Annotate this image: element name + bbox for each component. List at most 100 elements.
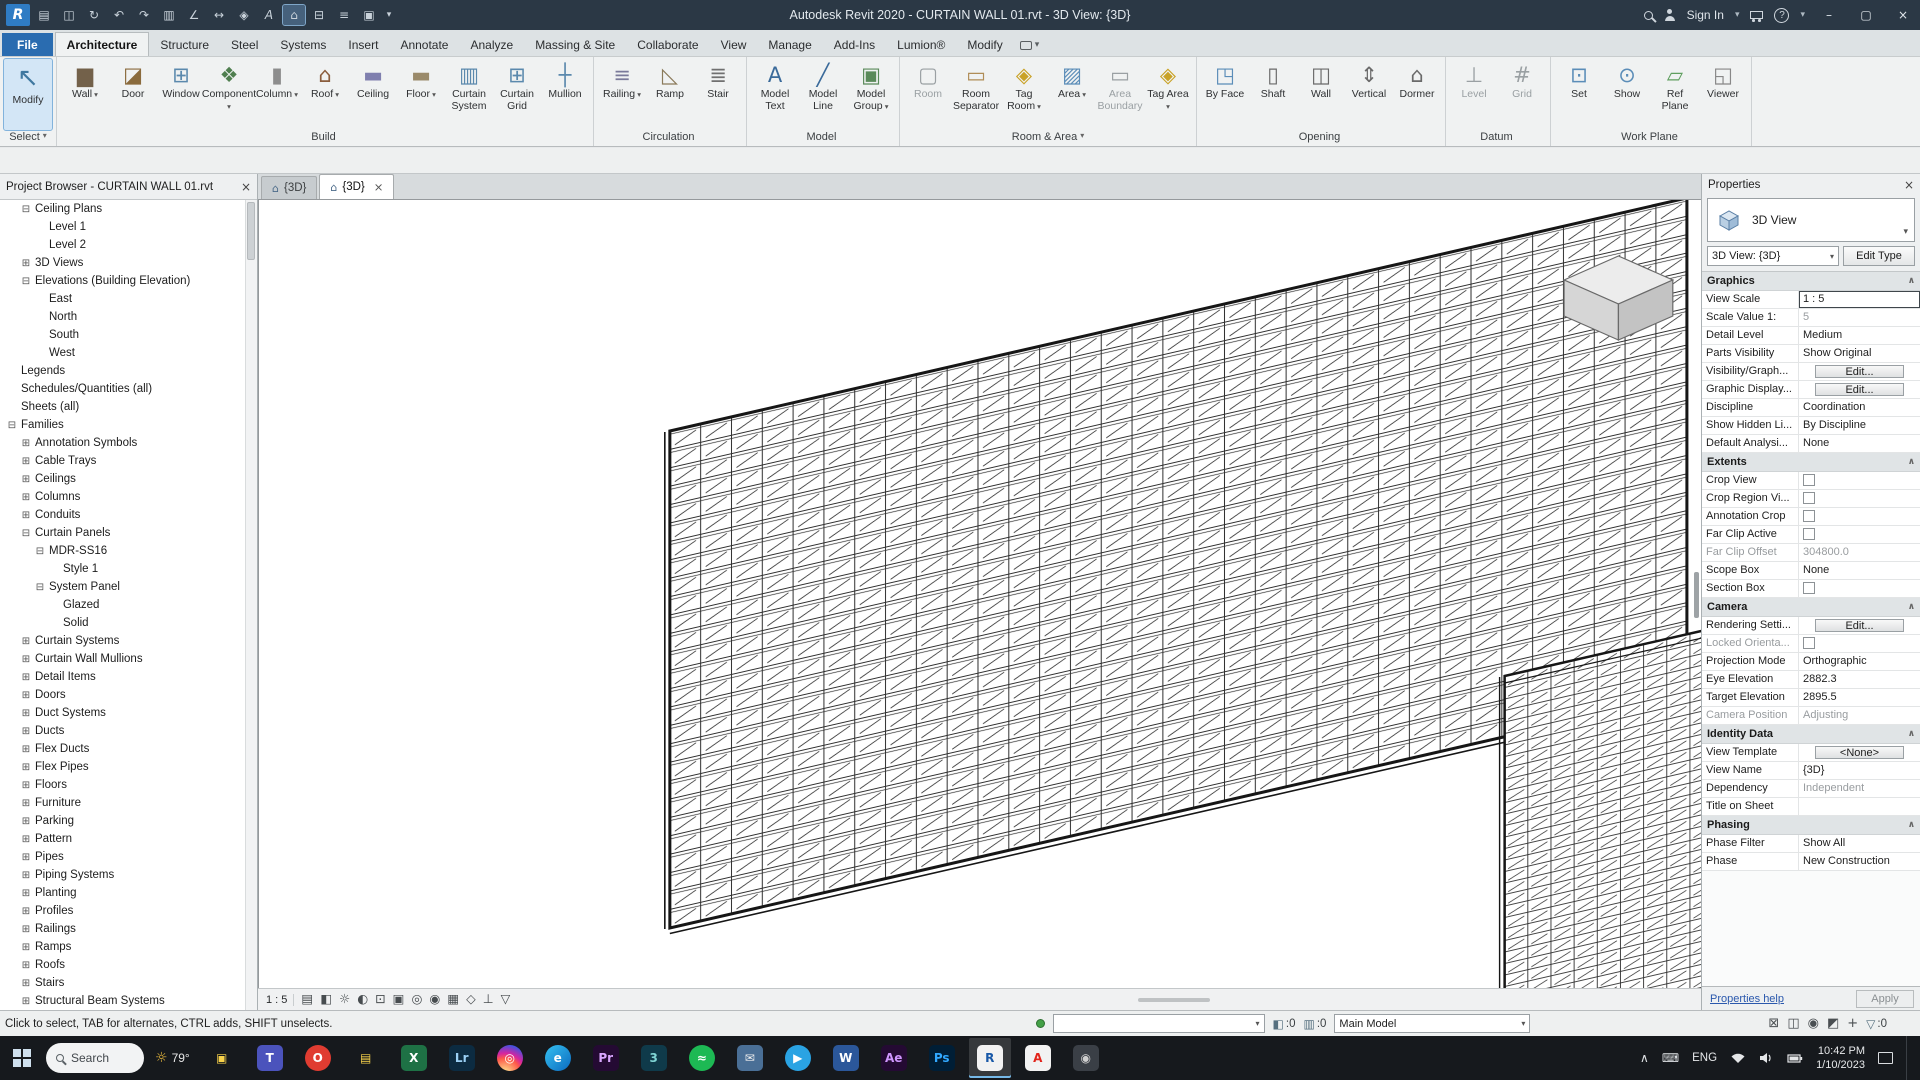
- tree-expander-icon[interactable]: ⊞: [20, 960, 32, 971]
- show-work-plane-tool[interactable]: ⊙ Show: [1603, 59, 1651, 130]
- tree-item[interactable]: Sheets (all): [0, 398, 245, 416]
- detail-level-icon[interactable]: ▤: [301, 993, 313, 1006]
- property-value[interactable]: New Construction: [1799, 853, 1920, 870]
- tree-item[interactable]: ⊟ Curtain Panels: [0, 524, 245, 542]
- collapse-group-icon[interactable]: ∧: [1908, 729, 1915, 739]
- tree-expander-icon[interactable]: ⊞: [20, 816, 32, 827]
- show-displaced-elements-icon[interactable]: ◇: [466, 993, 476, 1006]
- tab-file[interactable]: File: [2, 33, 53, 56]
- stair-tool[interactable]: ≣ Stair: [694, 59, 742, 130]
- ribbon-panel-label[interactable]: Select ▾: [2, 130, 54, 146]
- word-icon[interactable]: W: [825, 1038, 867, 1078]
- language-indicator[interactable]: ENG: [1692, 1052, 1717, 1064]
- property-group-header[interactable]: Identity Data ∧: [1702, 725, 1920, 744]
- notification-center-icon[interactable]: [1878, 1052, 1893, 1064]
- maximize-button[interactable]: ▢: [1853, 8, 1879, 22]
- tag-area-tool[interactable]: ◈ Tag Area: [1144, 59, 1192, 130]
- tree-expander-icon[interactable]: ⊞: [20, 996, 32, 1007]
- taskbar-search[interactable]: Search: [46, 1043, 144, 1073]
- property-group-header[interactable]: Extents ∧: [1702, 453, 1920, 472]
- property-value[interactable]: Show Original: [1799, 345, 1920, 362]
- tree-item[interactable]: Schedules/Quantities (all): [0, 380, 245, 398]
- tree-item[interactable]: Level 2: [0, 236, 245, 254]
- tree-item[interactable]: Glazed: [0, 596, 245, 614]
- reveal-hidden-elements-icon[interactable]: ◉: [429, 993, 440, 1006]
- selection-filter[interactable]: ▽:0: [1866, 1017, 1887, 1031]
- clock[interactable]: 10:42 PM 1/10/2023: [1816, 1044, 1865, 1073]
- tag-by-category-icon[interactable]: ◈: [233, 5, 255, 25]
- viewer-tool[interactable]: ◱ Viewer: [1699, 59, 1747, 130]
- tag-room-tool[interactable]: ◈ Tag Room: [1000, 59, 1048, 130]
- view-tab-3d-inactive[interactable]: ⌂ {3D}: [261, 176, 318, 199]
- tree-expander-icon[interactable]: ⊞: [20, 978, 32, 989]
- tree-expander-icon[interactable]: ⊞: [20, 690, 32, 701]
- settings-app-icon[interactable]: ◉: [1065, 1038, 1107, 1078]
- undo-icon[interactable]: ↶: [108, 5, 130, 25]
- tree-expander-icon[interactable]: ⊞: [20, 708, 32, 719]
- tree-item[interactable]: ⊞ Pattern: [0, 830, 245, 848]
- collapse-group-icon[interactable]: ∧: [1908, 820, 1915, 830]
- edit-type-button[interactable]: Edit Type: [1843, 246, 1915, 266]
- close-button[interactable]: ×: [1890, 8, 1916, 22]
- tree-item[interactable]: ⊞ Cable Trays: [0, 452, 245, 470]
- project-browser-close-icon[interactable]: ×: [235, 180, 251, 194]
- tree-item[interactable]: ⊞ Ducts: [0, 722, 245, 740]
- tree-expander-icon[interactable]: ⊞: [20, 906, 32, 917]
- tree-expander-icon[interactable]: ⊟: [20, 276, 32, 287]
- print-icon[interactable]: ▥: [158, 5, 180, 25]
- active-workset-select[interactable]: ▾: [1052, 1014, 1265, 1033]
- tree-item[interactable]: ⊞ Floors: [0, 776, 245, 794]
- tree-item[interactable]: ⊞ Roofs: [0, 956, 245, 974]
- door-tool[interactable]: ◪ Door: [109, 59, 157, 130]
- save-icon[interactable]: ◫: [58, 5, 80, 25]
- store-cart-icon[interactable]: [1750, 10, 1764, 22]
- tab-analyze[interactable]: Analyze: [459, 33, 524, 56]
- help-icon[interactable]: ?: [1774, 7, 1790, 23]
- tree-item[interactable]: East: [0, 290, 245, 308]
- tree-item[interactable]: ⊞ Piping Systems: [0, 866, 245, 884]
- ribbon-panel-label[interactable]: Datum: [1448, 130, 1548, 146]
- tree-item[interactable]: ⊟ Ceiling Plans: [0, 200, 245, 218]
- touch-keyboard-icon[interactable]: ⌨: [1662, 1051, 1679, 1065]
- property-group-header[interactable]: Camera ∧: [1702, 598, 1920, 617]
- modify-tool[interactable]: ↖ Modify: [3, 58, 53, 131]
- scrollbar-thumb[interactable]: [1694, 572, 1699, 618]
- ribbon-panel-label[interactable]: Model: [749, 130, 897, 146]
- sync-icon[interactable]: ↻: [83, 5, 105, 25]
- ribbon-display-toggle[interactable]: ▾: [1019, 40, 1039, 56]
- weather-widget[interactable]: ☼ 79°: [150, 1050, 195, 1066]
- type-selector[interactable]: 3D View ▾: [1707, 198, 1915, 242]
- property-value[interactable]: [1799, 635, 1920, 652]
- tab-manage[interactable]: Manage: [757, 33, 822, 56]
- wall-tool[interactable]: ▆ Wall: [61, 59, 109, 130]
- tab-lumion[interactable]: Lumion®: [886, 33, 956, 56]
- tree-item[interactable]: South: [0, 326, 245, 344]
- crop-view-icon[interactable]: ⊡: [375, 993, 385, 1006]
- select-pinned-elements-icon[interactable]: ◉: [1808, 1016, 1819, 1031]
- tree-item[interactable]: ⊞ Ramps: [0, 938, 245, 956]
- edge-icon[interactable]: e: [537, 1038, 579, 1078]
- tab-structure[interactable]: Structure: [149, 33, 220, 56]
- property-value[interactable]: None: [1799, 562, 1920, 579]
- component-tool[interactable]: ❖ Component: [202, 59, 256, 130]
- property-value[interactable]: [1799, 798, 1920, 815]
- tab-insert[interactable]: Insert: [337, 33, 389, 56]
- ribbon-panel-label[interactable]: Opening: [1199, 130, 1443, 146]
- tree-item[interactable]: ⊞ Detail Items: [0, 668, 245, 686]
- tab-systems[interactable]: Systems: [269, 33, 337, 56]
- tab-view[interactable]: View: [710, 33, 758, 56]
- project-browser-scrollbar[interactable]: [245, 200, 257, 1010]
- canvas-horizontal-scrollbar[interactable]: [1138, 998, 1210, 1002]
- tree-item[interactable]: Legends: [0, 362, 245, 380]
- battery-icon[interactable]: [1787, 1053, 1803, 1064]
- tree-expander-icon[interactable]: ⊞: [20, 834, 32, 845]
- property-value[interactable]: [1799, 508, 1920, 525]
- tree-expander-icon[interactable]: ⊟: [34, 582, 46, 593]
- lightroom-icon[interactable]: Lr: [441, 1038, 483, 1078]
- photoshop-icon[interactable]: Ps: [921, 1038, 963, 1078]
- tree-expander-icon[interactable]: ⊞: [20, 492, 32, 503]
- section-icon[interactable]: ⊟: [308, 5, 330, 25]
- property-value[interactable]: Edit...: [1815, 618, 1904, 632]
- mullion-tool[interactable]: ┼ Mullion: [541, 59, 589, 130]
- open-icon[interactable]: ▤: [33, 5, 55, 25]
